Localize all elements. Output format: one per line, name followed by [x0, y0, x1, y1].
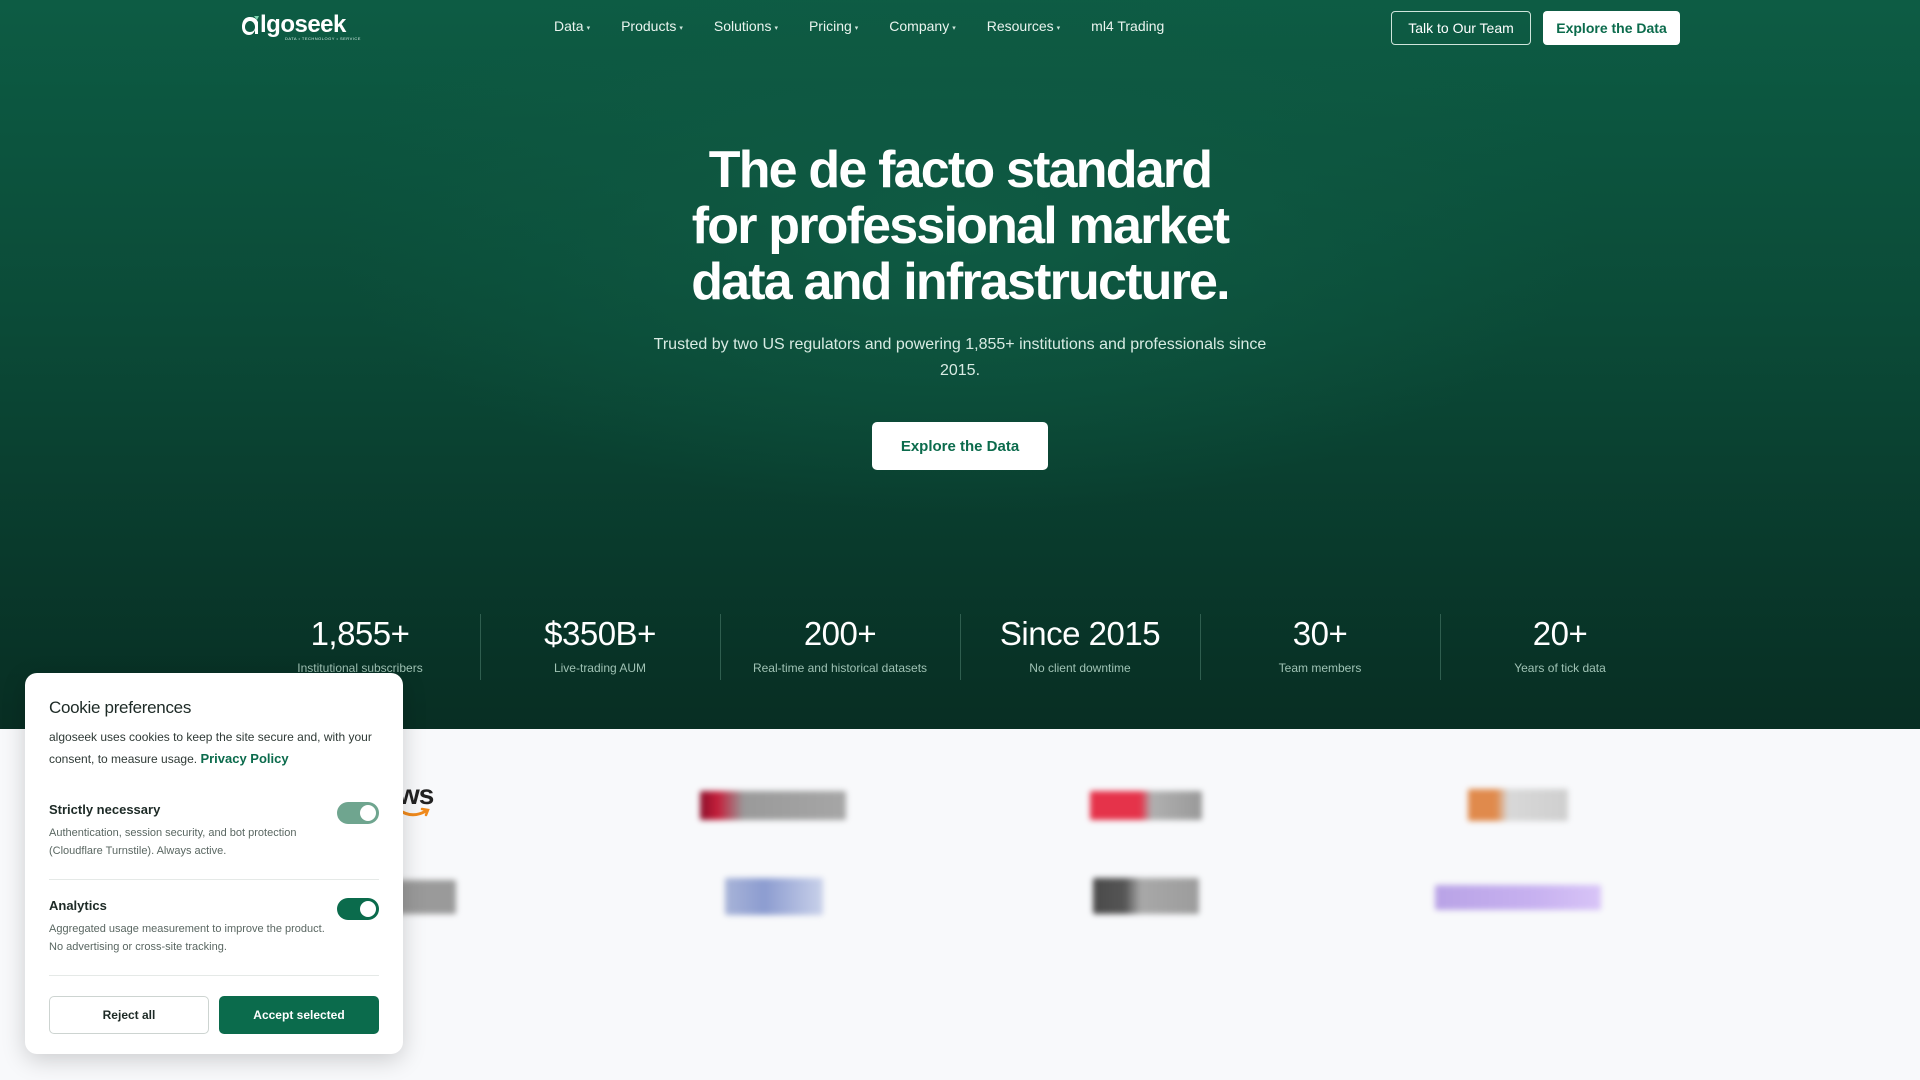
- stat-item: 200+ Real-time and historical datasets: [720, 612, 960, 682]
- nav-item-solutions[interactable]: Solutions ▾: [714, 18, 778, 34]
- stat-value: 30+: [1292, 615, 1348, 652]
- chevron-down-icon: ▾: [952, 25, 956, 32]
- partner-logo: [1468, 789, 1568, 821]
- stat-value: 200+: [803, 615, 877, 652]
- nav-item-data[interactable]: Data ▾: [554, 18, 590, 34]
- stat-label: Live-trading AUM: [553, 661, 647, 675]
- stat-item: 20+ Years of tick data: [1440, 612, 1680, 682]
- partner-logo: [1090, 791, 1202, 820]
- hero-headline: The de facto standard for professional m…: [560, 142, 1360, 310]
- cookie-description: algoseek uses cookies to keep the site s…: [49, 727, 383, 770]
- explore-data-nav-button[interactable]: Explore the Data: [1543, 11, 1680, 45]
- main-menu: Data ▾ Products ▾ Solutions ▾ Pricing ▾ …: [554, 18, 1195, 34]
- stat-item: Since 2015 No client downtime: [960, 612, 1200, 682]
- stat-label: Team members: [1278, 661, 1362, 675]
- section-divider: [49, 975, 379, 976]
- stat-item: 1,855+ Institutional subscribers: [240, 612, 480, 682]
- reject-all-button[interactable]: Reject all: [49, 996, 209, 1034]
- stat-value: Since 2015: [999, 615, 1161, 652]
- headline-line: for professional market: [691, 197, 1230, 255]
- stat-label: Real-time and historical datasets: [752, 661, 928, 675]
- accept-selected-button[interactable]: Accept selected: [219, 996, 379, 1034]
- cookie-title: Cookie preferences: [49, 698, 192, 717]
- privacy-policy-link[interactable]: Privacy Policy: [200, 751, 288, 766]
- stat-item: 30+ Team members: [1200, 612, 1440, 682]
- partner-logo: [725, 878, 823, 915]
- hero-section: lgoseek DATA • TECHNOLOGY • SERVICE Data…: [0, 0, 1920, 729]
- partner-logo: [700, 791, 846, 820]
- analytics-title: Analytics: [49, 898, 107, 913]
- algoseek-a-icon: [242, 16, 259, 35]
- cookie-preferences-dialog: Cookie preferences algoseek uses cookies…: [25, 673, 403, 1054]
- chevron-down-icon: ▾: [1056, 25, 1061, 32]
- chevron-down-icon: ▾: [854, 25, 859, 32]
- stat-value: 20+: [1532, 615, 1588, 652]
- nav-item-label: ml4 Trading: [1091, 18, 1165, 34]
- nav-item-label: Data: [554, 18, 584, 34]
- logo-wordmark: lgoseek: [260, 11, 346, 38]
- hero-subline: Trusted by two US regulators and powerin…: [653, 336, 1267, 379]
- stat-label: Years of tick data: [1514, 661, 1606, 675]
- chevron-down-icon: ▾: [586, 25, 591, 32]
- nav-item-label: Pricing: [808, 18, 852, 34]
- nav-item-pricing[interactable]: Pricing ▾: [809, 18, 858, 34]
- nav-item-label: Resources: [986, 18, 1054, 34]
- brand-logo[interactable]: lgoseek DATA • TECHNOLOGY • SERVICE: [240, 12, 365, 42]
- nav-item-label: Solutions: [713, 18, 772, 34]
- nav-item-resources[interactable]: Resources ▾: [987, 18, 1060, 34]
- analytics-description: Aggregated usage measurement to improve …: [49, 923, 325, 953]
- nav-item-ml4-trading[interactable]: ml4 Trading: [1091, 18, 1164, 34]
- section-divider: [49, 879, 379, 880]
- strictly-necessary-title: Strictly necessary: [49, 802, 161, 817]
- nav-item-label: Products: [621, 18, 677, 34]
- stats-row: 1,855+ Institutional subscribers $350B+ …: [240, 612, 1680, 682]
- chevron-down-icon: ▾: [679, 25, 683, 32]
- toggle-knob: [360, 805, 376, 821]
- nav-item-company[interactable]: Company ▾: [889, 18, 955, 34]
- partner-logo: [1435, 885, 1601, 910]
- talk-to-team-button[interactable]: Talk to Our Team: [1391, 11, 1531, 45]
- stat-label: No client downtime: [1029, 661, 1131, 675]
- toggle-knob: [360, 901, 376, 917]
- strictly-necessary-toggle[interactable]: [337, 802, 379, 824]
- stat-value: $350B+: [544, 615, 656, 652]
- logo-tagline: DATA • TECHNOLOGY • SERVICE: [285, 36, 361, 41]
- headline-line: The de facto standard: [708, 141, 1213, 199]
- chevron-down-icon: ▾: [774, 25, 778, 32]
- strictly-necessary-description: Authentication, session security, and bo…: [49, 827, 297, 857]
- analytics-toggle[interactable]: [337, 898, 379, 920]
- headline-line: data and infrastructure.: [691, 253, 1230, 311]
- partner-logo: [1093, 878, 1199, 914]
- nav-item-products[interactable]: Products ▾: [621, 18, 683, 34]
- top-navigation: lgoseek DATA • TECHNOLOGY • SERVICE Data…: [0, 0, 1920, 56]
- nav-item-label: Company: [889, 18, 950, 34]
- explore-data-hero-button[interactable]: Explore the Data: [872, 422, 1048, 470]
- stat-value: 1,855+: [310, 615, 410, 652]
- stat-item: $350B+ Live-trading AUM: [480, 612, 720, 682]
